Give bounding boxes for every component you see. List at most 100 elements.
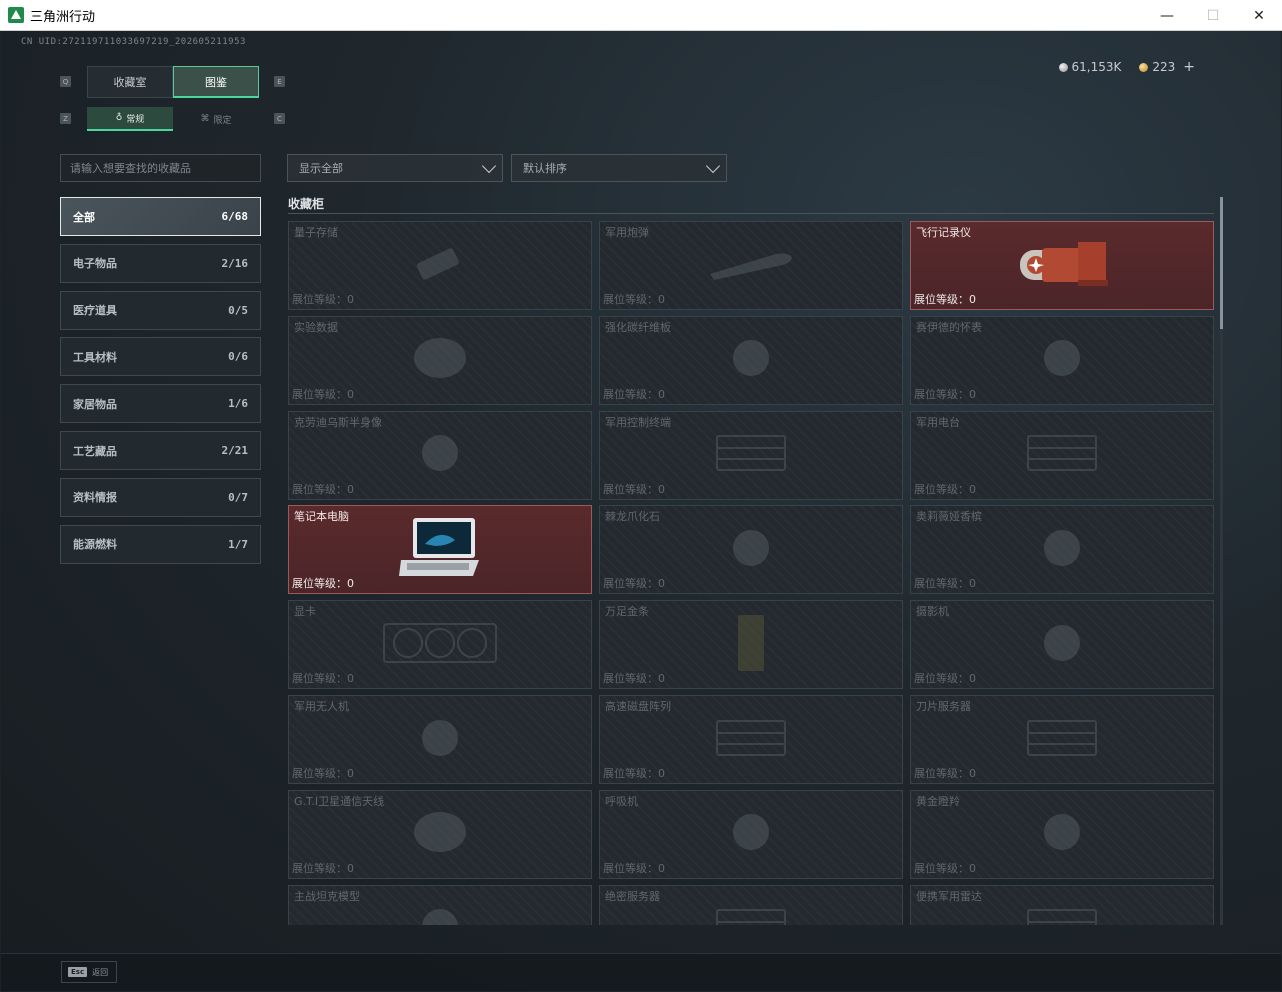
category-count: 0/7 <box>228 490 248 504</box>
section-divider <box>288 213 1214 214</box>
silver-coin-icon <box>1058 62 1068 72</box>
collection-card[interactable]: 赛伊德的怀表 展位等级：0 <box>910 315 1214 405</box>
disk-array-icon <box>711 713 791 767</box>
gold-currency: 223 + <box>1139 59 1195 75</box>
collection-card[interactable]: 飞行记录仪 展位等级：0 <box>910 221 1214 310</box>
category-count: 2/16 <box>221 256 249 270</box>
booth-level-value: 0 <box>347 672 354 686</box>
booth-level-label: 展位等级： <box>603 293 658 306</box>
collection-card[interactable]: 显卡 展位等级：0 <box>288 600 592 690</box>
booth-level-label: 展位等级： <box>914 293 969 306</box>
booth-level-label: 展位等级： <box>914 577 969 591</box>
booth-level: 展位等级：0 <box>914 860 976 876</box>
category-item[interactable]: 工艺藏品 2/21 <box>60 431 261 470</box>
game-viewport: CN UID:272119711033697219_202605211953 6… <box>1 31 1281 991</box>
subtab-limited-label: 限定 <box>213 115 232 126</box>
collection-card[interactable]: 呼吸机 展位等级：0 <box>599 789 903 879</box>
booth-level-value: 0 <box>969 387 976 401</box>
close-button[interactable]: ✕ <box>1236 0 1282 31</box>
currency-bar: 61,153K 223 + <box>1058 59 1195 75</box>
category-label: 能源燃料 <box>73 538 117 552</box>
collection-card[interactable]: 刀片服务器 展位等级：0 <box>910 695 1214 784</box>
search-input[interactable]: 请输入想要查找的收藏品 <box>60 154 261 182</box>
item-name: 强化碳纤维板 <box>605 320 671 334</box>
category-label: 工具材料 <box>73 350 117 364</box>
collection-card[interactable]: 棘龙爪化石 展位等级：0 <box>599 505 903 595</box>
item-name: 赛伊德的怀表 <box>916 320 982 334</box>
player-uid: CN UID:272119711033697219_202605211953 <box>21 37 246 47</box>
tab-catalog[interactable]: 图鉴 <box>173 66 259 98</box>
category-item[interactable]: 全部 6/68 <box>60 197 261 236</box>
subtab-regular[interactable]: ♁ 常规 <box>87 107 173 131</box>
category-count: 1/6 <box>228 397 248 411</box>
booth-level-value: 0 <box>347 767 354 780</box>
item-name: 刀片服务器 <box>916 700 971 713</box>
item-name: 军用无人机 <box>294 700 349 713</box>
collection-card[interactable]: 克劳迪乌斯半身像 展位等级：0 <box>288 410 592 500</box>
minimize-button[interactable]: — <box>1144 0 1190 31</box>
ventilator-icon <box>726 807 776 861</box>
category-label: 全部 <box>73 210 95 224</box>
booth-level-value: 0 <box>969 672 976 686</box>
category-item[interactable]: 电子物品 2/16 <box>60 243 261 283</box>
booth-level: 展位等级：0 <box>292 860 354 876</box>
booth-level-label: 展位等级： <box>603 482 658 496</box>
booth-level: 展位等级：0 <box>603 386 665 402</box>
booth-level-label: 展位等级： <box>292 387 347 401</box>
item-name: 军用控制终端 <box>605 415 671 429</box>
add-currency-button[interactable]: + <box>1183 59 1195 75</box>
collection-card[interactable]: 绝密服务器展位等级：0 <box>599 884 903 925</box>
radar-icon <box>1022 902 1102 925</box>
subtab-limited[interactable]: ⌘ 限定 <box>173 107 259 131</box>
collection-card[interactable]: 量子存储 展位等级：0 <box>288 221 592 310</box>
collection-card[interactable]: 便携军用雷达展位等级：0 <box>910 884 1214 925</box>
category-item[interactable]: 工具材料 0/6 <box>60 337 261 377</box>
collection-card[interactable]: 黄金瞪羚 展位等级：0 <box>910 789 1214 879</box>
item-name: 笔记本电脑 <box>294 510 349 524</box>
category-label: 医疗道具 <box>73 304 117 318</box>
category-item[interactable]: 资料情报 0/7 <box>60 477 261 517</box>
collection-card[interactable]: G.T.I卫星通信天线 展位等级：0 <box>288 789 592 879</box>
key-hint-z: Z <box>60 113 71 124</box>
category-item[interactable]: 能源燃料 1/7 <box>60 524 261 564</box>
collection-card[interactable]: 军用无人机 展位等级：0 <box>288 695 592 784</box>
maximize-button[interactable]: ☐ <box>1190 0 1236 31</box>
category-item[interactable]: 家居物品 1/6 <box>60 384 261 424</box>
satellite-dish-icon <box>410 807 470 861</box>
category-item[interactable]: 医疗道具 0/5 <box>60 290 261 330</box>
booth-level-value: 0 <box>658 577 665 591</box>
collection-card[interactable]: 军用炮弹 展位等级：0 <box>599 221 903 310</box>
collection-card[interactable]: 实验数据 展位等级：0 <box>288 315 592 405</box>
show-filter-dropdown[interactable]: 显示全部 <box>287 154 503 182</box>
grid-scrollbar[interactable] <box>1220 197 1223 925</box>
collection-card[interactable]: 军用电台 展位等级：0 <box>910 410 1214 500</box>
tab-collection-room[interactable]: 收藏室 <box>87 66 173 98</box>
scrollbar-thumb[interactable] <box>1220 197 1223 329</box>
back-button[interactable]: Esc 返回 <box>61 961 117 983</box>
collection-card[interactable]: 万足金条 展位等级：0 <box>599 600 903 690</box>
sort-dropdown[interactable]: 默认排序 <box>511 154 727 182</box>
booth-level-value: 0 <box>658 672 665 686</box>
collection-card[interactable]: 军用控制终端 展位等级：0 <box>599 410 903 500</box>
key-hint-q: Q <box>60 76 71 87</box>
collection-card[interactable]: 奥莉薇娅香槟 展位等级：0 <box>910 505 1214 595</box>
booth-level-value: 0 <box>347 861 354 875</box>
booth-level: 展位等级：0 <box>292 386 354 402</box>
collection-card[interactable]: 摄影机 展位等级：0 <box>910 600 1214 690</box>
item-name: G.T.I卫星通信天线 <box>294 794 385 808</box>
booth-level: 展位等级：0 <box>914 575 976 591</box>
booth-level-value: 0 <box>658 482 665 496</box>
collection-card[interactable]: 高速磁盘阵列 展位等级：0 <box>599 695 903 784</box>
collection-card[interactable]: 主战坦克模型展位等级：0 <box>288 884 592 925</box>
booth-level-label: 展位等级： <box>292 482 347 496</box>
collection-card[interactable]: 强化碳纤维板 展位等级：0 <box>599 315 903 405</box>
chevron-down-icon <box>705 158 721 174</box>
collection-card[interactable]: 笔记本电脑 展位等级：0 <box>288 505 592 595</box>
terminal-icon <box>711 428 791 482</box>
key-hint-e: E <box>274 76 285 87</box>
category-count: 1/7 <box>228 537 248 551</box>
booth-level: 展位等级：0 <box>292 481 354 497</box>
gold-coin-icon <box>1139 62 1149 72</box>
booth-level-value: 0 <box>969 577 976 591</box>
camera-icon <box>1037 618 1087 672</box>
